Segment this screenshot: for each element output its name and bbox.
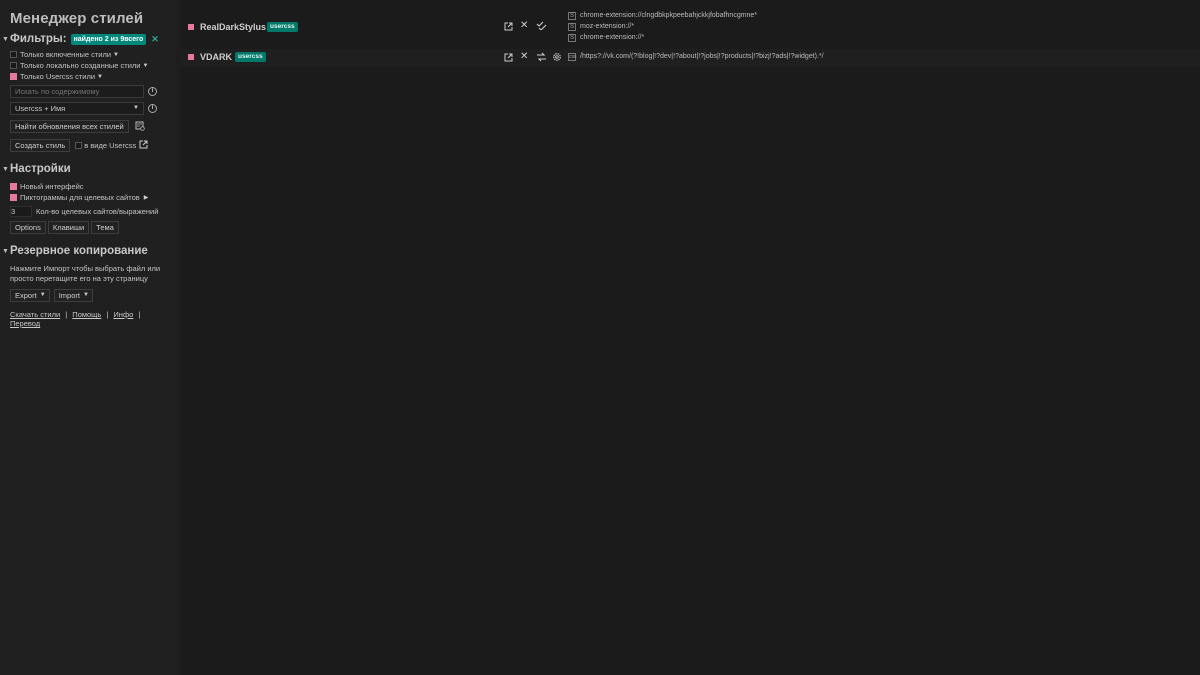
styles-list: RealDarkStylus usercss ✕ S chrome-extens…: [180, 0, 1200, 675]
checkbox[interactable]: [10, 194, 17, 201]
gear-icon[interactable]: [552, 52, 562, 65]
sidebar: Менеджер стилей ▼ Фильтры: найдено 2 из …: [0, 0, 176, 675]
as-usercss-checkbox[interactable]: [75, 142, 83, 149]
filter-label: Только локально созданные стили: [20, 61, 141, 70]
site-icon: S: [568, 11, 576, 20]
site-icon: S: [568, 22, 576, 31]
sort-select[interactable]: Usercss + Имя ▼: [10, 102, 144, 115]
hotkeys-button[interactable]: Клавиши: [47, 221, 90, 234]
filters-header[interactable]: ▼ Фильтры: найдено 2 из 9всего ✕: [2, 31, 176, 47]
caret-down-icon[interactable]: ▼: [113, 52, 119, 58]
footer-links: Скачать стили | Помощь | Инфо | Перевод: [10, 310, 176, 328]
collapse-triangle-icon: ▼: [2, 35, 9, 43]
help-link[interactable]: Помощь: [72, 310, 101, 319]
export-label: Export: [15, 291, 37, 300]
update-options-icon[interactable]: [135, 121, 145, 133]
checkbox[interactable]: [10, 73, 17, 80]
export-button[interactable]: Export ▼: [10, 289, 50, 302]
link-separator: |: [65, 310, 68, 319]
target-text: moz-extension://*: [580, 23, 635, 30]
as-usercss-label: в виде Usercss: [84, 141, 137, 150]
target-text: chrome-extension://clngdbkpkpeebahjckkjf…: [580, 12, 758, 19]
setting-targets-count: 3 Кол-во целевых сайтов/выражений: [10, 205, 176, 217]
target-text: /https?://vk.com/(?!blog|!?dev|!?about|!…: [580, 53, 824, 60]
checkbox[interactable]: [10, 62, 17, 69]
caret-down-icon: ▼: [133, 105, 139, 111]
info-icon[interactable]: i: [148, 104, 157, 113]
create-style-button[interactable]: Создать стиль: [10, 139, 71, 152]
applies-to-list: S chrome-extension://clngdbkpkpeebahjckk…: [568, 10, 757, 43]
app-title: Менеджер стилей: [10, 10, 144, 27]
found-count-badge: найдено 2 из 9всего: [70, 33, 147, 45]
target-item: S chrome-extension://clngdbkpkpeebahjckk…: [568, 10, 757, 21]
check-updates-icon[interactable]: [536, 20, 547, 33]
setting-new-ui[interactable]: Новый интерфейс: [10, 181, 176, 192]
backup-header[interactable]: ▼ Резервное копирование: [2, 243, 176, 259]
style-entry[interactable]: VDARK usercss ✕ css /https?://vk.com/(?!…: [180, 49, 1200, 67]
targets-count-input[interactable]: 3: [10, 205, 32, 217]
target-item: css /https?://vk.com/(?!blog|!?dev|!?abo…: [568, 51, 824, 62]
backup-help-text: Нажмите Импорт чтобы выбрать файл или пр…: [10, 264, 161, 283]
search-input[interactable]: [10, 85, 144, 98]
delete-icon[interactable]: ✕: [520, 21, 528, 31]
filter-usercss-only[interactable]: Только Usercss стили ▼: [10, 71, 176, 82]
target-item: S chrome-extension://*: [568, 32, 757, 43]
sort-value: Usercss + Имя: [15, 104, 66, 113]
usercss-badge: usercss: [235, 52, 266, 62]
checkbox[interactable]: [10, 183, 17, 190]
style-entry[interactable]: RealDarkStylus usercss ✕ S chrome-extens…: [180, 9, 1200, 46]
filter-local-only[interactable]: Только локально созданные стили ▼: [10, 60, 176, 71]
targets-count-label: Кол-во целевых сайтов/выражений: [36, 206, 159, 216]
external-link-icon[interactable]: [504, 22, 513, 34]
update-icon[interactable]: [536, 52, 547, 65]
enabled-checkbox[interactable]: [188, 24, 194, 30]
regexp-icon: css: [568, 52, 577, 61]
info-icon[interactable]: i: [148, 87, 157, 96]
import-button[interactable]: Import ▼: [53, 289, 93, 302]
settings-heading: Настройки: [10, 163, 71, 175]
options-button[interactable]: Options: [10, 221, 46, 234]
external-link-icon[interactable]: [504, 53, 513, 65]
style-name[interactable]: RealDarkStylus: [200, 22, 266, 32]
caret-right-icon[interactable]: ▶: [144, 194, 149, 201]
usercss-badge: usercss: [267, 22, 298, 32]
translate-link[interactable]: Перевод: [10, 319, 40, 328]
filter-enabled-only[interactable]: Только включенные стили ▼: [10, 49, 176, 60]
applies-to-list: css /https?://vk.com/(?!blog|!?dev|!?abo…: [568, 51, 824, 62]
caret-down-icon: ▼: [83, 292, 89, 298]
collapse-triangle-icon: ▼: [2, 165, 9, 173]
external-link-icon[interactable]: [139, 140, 148, 151]
setting-label: Новый интерфейс: [20, 182, 84, 191]
checkbox[interactable]: [10, 51, 17, 58]
delete-icon[interactable]: ✕: [520, 52, 528, 62]
caret-down-icon: ▼: [39, 292, 46, 298]
filters-heading: Фильтры:: [10, 33, 67, 45]
collapse-triangle-icon: ▼: [2, 247, 9, 255]
site-icon: S: [568, 33, 576, 42]
theme-button[interactable]: Тема: [91, 221, 119, 234]
find-updates-button[interactable]: Найти обновления всех стилей: [10, 120, 129, 133]
target-item: S moz-extension://*: [568, 21, 757, 32]
import-label: Import: [58, 291, 80, 300]
setting-label: Пиктограммы для целевых сайтов: [20, 193, 140, 202]
settings-header[interactable]: ▼ Настройки: [2, 161, 176, 177]
link-separator: |: [106, 310, 109, 319]
link-separator: |: [138, 310, 141, 319]
style-name[interactable]: VDARK: [200, 52, 232, 62]
caret-down-icon[interactable]: ▼: [142, 63, 148, 69]
filter-label: Только включенные стили: [20, 50, 112, 59]
close-icon[interactable]: ✕: [151, 34, 159, 45]
enabled-checkbox[interactable]: [188, 54, 194, 60]
info-link[interactable]: Инфо: [113, 310, 133, 319]
filter-label: Только Usercss стили: [20, 72, 96, 81]
target-text: chrome-extension://*: [580, 34, 645, 41]
setting-target-icons[interactable]: Пиктограммы для целевых сайтов ▶: [10, 192, 176, 203]
caret-down-icon[interactable]: ▼: [97, 74, 103, 80]
get-styles-link[interactable]: Скачать стили: [10, 310, 60, 319]
backup-heading: Резервное копирование: [10, 245, 148, 257]
